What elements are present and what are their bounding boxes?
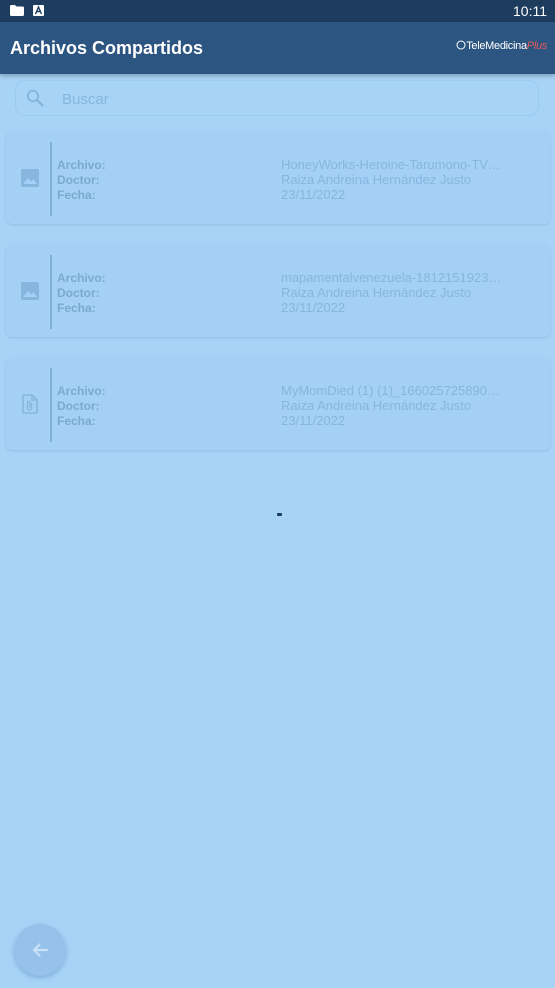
status-time: 10:11 <box>513 3 547 19</box>
image-icon <box>21 282 39 300</box>
doctor-name: Raiza Andreina Hernández Justo <box>281 285 472 300</box>
page-title: Archivos Compartidos <box>10 38 204 58</box>
search-icon <box>26 89 44 107</box>
file-card[interactable]: Archivo: Doctor: Fecha: HoneyWorks-Heroi… <box>6 132 550 224</box>
file-values: mapamentalvenezuela-1812151923… Raiza An… <box>281 270 503 315</box>
search-bar[interactable] <box>15 80 539 116</box>
file-values: HoneyWorks-Heroine-Tarumono-TV-… Raiza A… <box>281 157 503 202</box>
file-date: 23/11/2022 <box>281 187 346 202</box>
doctor-label: Doctor: <box>57 286 100 300</box>
doctor-name: Raiza Andreina Hernández Justo <box>281 172 472 187</box>
folder-icon <box>10 5 24 16</box>
file-date: 23/11/2022 <box>281 300 346 315</box>
image-icon <box>21 169 39 187</box>
telemedicina-logo: TeleMedicinaPlus <box>456 40 547 52</box>
card-divider <box>50 255 52 329</box>
file-labels: Archivo: Doctor: Fecha: <box>57 158 106 203</box>
doctor-label: Doctor: <box>57 399 100 413</box>
archivo-label: Archivo: <box>57 384 106 398</box>
stethoscope-icon <box>456 40 466 50</box>
fecha-label: Fecha: <box>57 188 96 202</box>
doctor-label: Doctor: <box>57 173 100 187</box>
file-name: mapamentalvenezuela-1812151923… <box>281 270 502 285</box>
file-card[interactable]: Archivo: Doctor: Fecha: mapamentalvenezu… <box>6 245 550 337</box>
archivo-label: Archivo: <box>57 271 106 285</box>
file-labels: Archivo: Doctor: Fecha: <box>57 384 106 429</box>
archivo-label: Archivo: <box>57 158 106 172</box>
file-labels: Archivo: Doctor: Fecha: <box>57 271 106 316</box>
loading-spinner <box>277 513 282 516</box>
logo-main-text: TeleMedicina <box>466 40 527 52</box>
logo-suffix-text: Plus <box>526 40 548 52</box>
fecha-label: Fecha: <box>57 414 96 428</box>
a-icon <box>33 5 44 16</box>
search-input[interactable] <box>60 87 524 111</box>
app-bar: Archivos Compartidos TeleMedicinaPlus <box>0 22 555 74</box>
file-name: MyMomDied (1) (1)_166025725890… <box>281 383 500 398</box>
file-date: 23/11/2022 <box>281 413 346 428</box>
fecha-label: Fecha: <box>57 301 96 315</box>
attachment-file-icon <box>22 394 38 414</box>
file-name: HoneyWorks-Heroine-Tarumono-TV-… <box>281 157 503 172</box>
file-card[interactable]: Archivo: Doctor: Fecha: MyMomDied (1) (1… <box>6 358 550 450</box>
card-divider <box>50 142 52 216</box>
status-bar: 10:11 <box>0 0 555 22</box>
arrow-back-icon <box>32 943 49 957</box>
file-values: MyMomDied (1) (1)_166025725890… Raiza An… <box>281 383 503 428</box>
doctor-name: Raiza Andreina Hernández Justo <box>281 398 472 413</box>
back-fab-button[interactable] <box>14 924 66 976</box>
card-divider <box>50 368 52 442</box>
